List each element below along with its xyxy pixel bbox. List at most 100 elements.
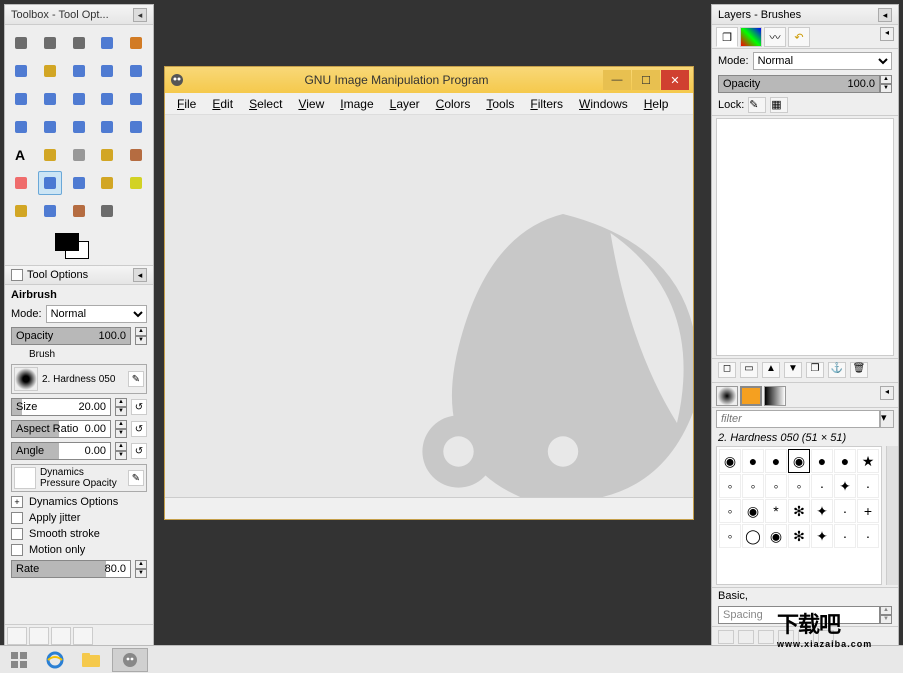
- menu-layer[interactable]: Layer: [384, 95, 426, 113]
- duplicate-layer-button[interactable]: ❐: [806, 362, 824, 378]
- layers-list[interactable]: [716, 118, 894, 356]
- brush-cell[interactable]: ·: [811, 474, 833, 498]
- lower-layer-button[interactable]: ▼: [784, 362, 802, 378]
- rotate-icon[interactable]: [124, 87, 148, 111]
- brush-cell[interactable]: ·: [834, 499, 856, 523]
- menu-colors[interactable]: Colors: [430, 95, 477, 113]
- heal-icon[interactable]: [124, 171, 148, 195]
- fg-bg-color-swatch[interactable]: [5, 229, 153, 265]
- gimp-taskbar-button[interactable]: [112, 648, 148, 672]
- brush-cell[interactable]: ✻: [788, 499, 810, 523]
- menu-view[interactable]: View: [292, 95, 330, 113]
- dodge-burn-icon[interactable]: [95, 199, 119, 223]
- scale-icon[interactable]: [9, 115, 33, 139]
- brush-cell[interactable]: ◦: [719, 499, 741, 523]
- crop-icon[interactable]: [95, 87, 119, 111]
- brush-cell[interactable]: ◉: [742, 499, 764, 523]
- layer-group-button[interactable]: ▭: [740, 362, 758, 378]
- blur-icon[interactable]: [38, 199, 62, 223]
- free-select-icon[interactable]: [67, 31, 91, 55]
- brushes-tab[interactable]: [716, 386, 738, 406]
- brush-cell[interactable]: ◦: [719, 474, 741, 498]
- delete-layer-button[interactable]: 🗑: [850, 362, 868, 378]
- patterns-tab[interactable]: [740, 386, 762, 406]
- menu-help[interactable]: Help: [638, 95, 675, 113]
- brush-cell[interactable]: ★: [857, 449, 879, 473]
- ink-icon[interactable]: [67, 171, 91, 195]
- brush-cell[interactable]: ·: [857, 524, 879, 548]
- menu-file[interactable]: File: [171, 95, 202, 113]
- text-icon[interactable]: A: [9, 143, 33, 167]
- apply-jitter-checkbox[interactable]: [11, 512, 23, 524]
- cage-icon[interactable]: [124, 115, 148, 139]
- perspective-clone-icon[interactable]: [9, 199, 33, 223]
- gradients-tab[interactable]: [764, 386, 786, 406]
- toolbox-close-button[interactable]: ◂: [133, 8, 147, 22]
- brush-cell[interactable]: ●: [765, 449, 787, 473]
- opacity-slider[interactable]: Opacity100.0: [11, 327, 131, 345]
- aspect-spinner[interactable]: ▲▼: [115, 420, 127, 438]
- brush-grid[interactable]: ◉●●◉●●★◦◦◦◦·✦·◦◉*✻✦·+◦◯◉✻✦··: [716, 446, 882, 585]
- pencil-icon[interactable]: [95, 143, 119, 167]
- lock-alpha-button[interactable]: ▦: [770, 97, 788, 113]
- clone-icon[interactable]: [95, 171, 119, 195]
- paths-icon[interactable]: [67, 59, 91, 83]
- airbrush-icon[interactable]: [38, 171, 62, 195]
- menu-edit[interactable]: Edit: [206, 95, 239, 113]
- window-titlebar[interactable]: GNU Image Manipulation Program — ☐ ✕: [165, 67, 693, 93]
- foreground-select-icon[interactable]: [38, 59, 62, 83]
- lock-pixels-button[interactable]: ✎: [748, 97, 766, 113]
- tool-options-header[interactable]: Tool Options ◂: [5, 265, 153, 285]
- brush-tag-basic[interactable]: Basic,: [712, 587, 898, 604]
- minimize-button[interactable]: —: [603, 70, 631, 90]
- aspect-reset-button[interactable]: ↺: [131, 421, 147, 437]
- brush-cell[interactable]: ●: [742, 449, 764, 473]
- eraser-icon[interactable]: [9, 171, 33, 195]
- rate-slider[interactable]: Rate80.0: [11, 560, 131, 578]
- brush-cell[interactable]: ✦: [811, 499, 833, 523]
- brush-cell[interactable]: ◦: [788, 474, 810, 498]
- brush-cell[interactable]: ◦: [765, 474, 787, 498]
- explorer-taskbar-icon[interactable]: [76, 648, 106, 672]
- dynamics-options-expander[interactable]: +: [11, 496, 23, 508]
- align-icon[interactable]: [67, 87, 91, 111]
- save-preset-button[interactable]: [7, 627, 27, 645]
- menu-image[interactable]: Image: [334, 95, 379, 113]
- brush-cell[interactable]: ◉: [765, 524, 787, 548]
- brush-filter-dropdown[interactable]: ▾: [880, 410, 894, 428]
- raise-layer-button[interactable]: ▲: [762, 362, 780, 378]
- fuzzy-select-icon[interactable]: [95, 31, 119, 55]
- layer-opacity-slider[interactable]: Opacity100.0: [718, 75, 880, 93]
- angle-spinner[interactable]: ▲▼: [115, 442, 127, 460]
- layer-mode-select[interactable]: Normal: [753, 52, 892, 70]
- brush-tab-menu-button[interactable]: ◂: [880, 386, 894, 400]
- undo-history-tab[interactable]: ↶: [788, 27, 810, 47]
- anchor-layer-button[interactable]: ⚓: [828, 362, 846, 378]
- mode-select[interactable]: Normal: [46, 305, 147, 323]
- brush-grid-scrollbar[interactable]: [886, 446, 898, 585]
- brush-cell[interactable]: ●: [834, 449, 856, 473]
- restore-preset-button[interactable]: [29, 627, 49, 645]
- dynamics-edit-button[interactable]: ✎: [128, 470, 144, 486]
- angle-reset-button[interactable]: ↺: [131, 443, 147, 459]
- color-picker-icon[interactable]: [95, 59, 119, 83]
- menu-windows[interactable]: Windows: [573, 95, 634, 113]
- size-spinner[interactable]: ▲▼: [115, 398, 127, 416]
- edit-brush-button[interactable]: [718, 630, 734, 644]
- blend-icon[interactable]: [67, 143, 91, 167]
- by-color-select-icon[interactable]: [124, 31, 148, 55]
- channels-tab[interactable]: [740, 27, 762, 47]
- layer-opacity-spinner[interactable]: ▲▼: [880, 75, 892, 93]
- opacity-spinner[interactable]: ▲▼: [135, 327, 147, 345]
- menu-filters[interactable]: Filters: [524, 95, 569, 113]
- size-reset-button[interactable]: ↺: [131, 399, 147, 415]
- close-button[interactable]: ✕: [661, 70, 689, 90]
- brush-cell[interactable]: ◉: [788, 449, 810, 473]
- dynamics-selector[interactable]: Dynamics Pressure Opacity ✎: [11, 464, 147, 492]
- menu-select[interactable]: Select: [243, 95, 288, 113]
- brush-cell[interactable]: ●: [811, 449, 833, 473]
- layers-tab-menu-button[interactable]: ◂: [880, 27, 894, 41]
- canvas-area[interactable]: [165, 115, 693, 497]
- paintbrush-icon[interactable]: [124, 143, 148, 167]
- maximize-button[interactable]: ☐: [632, 70, 660, 90]
